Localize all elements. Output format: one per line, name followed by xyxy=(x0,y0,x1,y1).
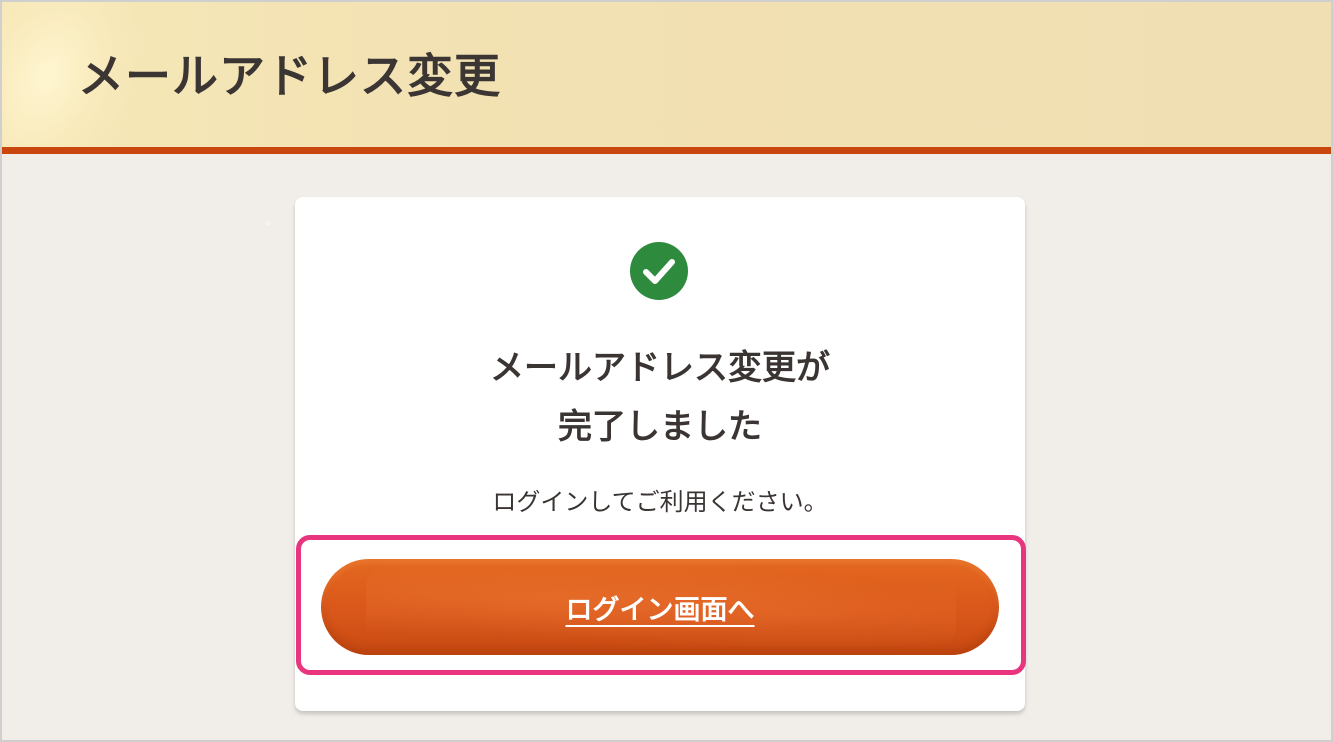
page-header: メールアドレス変更 xyxy=(2,2,1331,154)
login-screen-button-label: ログイン画面へ xyxy=(565,594,755,626)
login-instruction-text: ログインしてご利用ください。 xyxy=(492,488,828,516)
completion-headline-line2: 完了しました xyxy=(558,407,762,447)
login-screen-button[interactable]: ログイン画面へ xyxy=(321,559,999,655)
page-title: メールアドレス変更 xyxy=(78,49,501,103)
completion-headline-line1: メールアドレス変更が xyxy=(490,348,830,388)
app-window: メールアドレス変更 メールアドレス変更が 完了しました ログインしてご利用くださ… xyxy=(0,0,1333,742)
check-circle-icon xyxy=(630,242,688,300)
header-divider xyxy=(2,147,1331,154)
